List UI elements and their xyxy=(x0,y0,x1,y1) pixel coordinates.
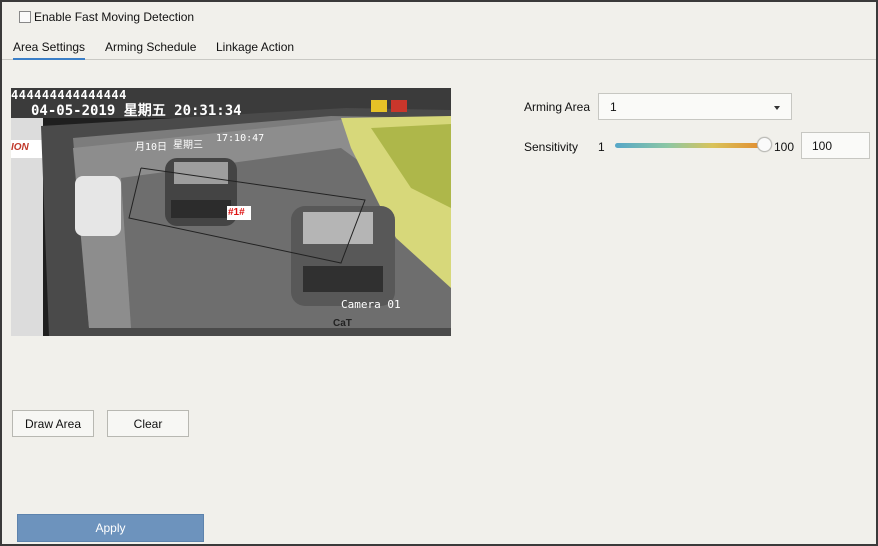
clear-button[interactable]: Clear xyxy=(107,410,189,437)
sensitivity-max: 100 xyxy=(774,140,795,154)
region-label: #1# xyxy=(228,207,245,218)
inner-time: 17:10:47 xyxy=(216,133,265,144)
enable-detection-label: Enable Fast Moving Detection xyxy=(34,10,195,24)
arming-area-label: Arming Area xyxy=(524,100,591,114)
sensitivity-slider-track[interactable] xyxy=(615,143,765,148)
apply-button[interactable]: Apply xyxy=(17,514,204,542)
tab-linkage-action[interactable]: Linkage Action xyxy=(216,40,294,58)
arming-area-value: 1 xyxy=(610,100,617,114)
enable-detection-row[interactable]: Enable Fast Moving Detection xyxy=(19,10,194,24)
camera-preview[interactable]: 444444444444444 04-05-2019 星期五 20:31:34 … xyxy=(11,88,451,336)
camera-name: Camera 01 xyxy=(341,298,401,311)
settings-panel: Enable Fast Moving Detection Area Settin… xyxy=(0,0,878,546)
chevron-down-icon xyxy=(774,106,780,110)
tab-area-settings[interactable]: Area Settings xyxy=(13,40,86,60)
tab-bar: Area Settings Arming Schedule Linkage Ac… xyxy=(2,38,876,60)
alarm-icon xyxy=(391,100,407,112)
inner-weekday: 星期三 xyxy=(173,140,203,151)
left-sign-text: ION xyxy=(11,142,29,153)
draw-area-button[interactable]: Draw Area xyxy=(12,410,94,437)
arming-area-select[interactable]: 1 xyxy=(598,93,792,120)
plate-text: CaT xyxy=(333,318,352,329)
sensitivity-input[interactable]: 100 xyxy=(801,132,870,159)
sensitivity-label: Sensitivity xyxy=(524,140,579,154)
enable-detection-checkbox[interactable] xyxy=(19,11,31,23)
warning-icon xyxy=(371,100,387,112)
tab-arming-schedule[interactable]: Arming Schedule xyxy=(105,40,196,58)
sensitivity-min: 1 xyxy=(598,140,605,154)
overlay-datetime: 04-05-2019 星期五 20:31:34 xyxy=(31,103,242,119)
inner-date: 月10日 xyxy=(135,142,168,153)
sensitivity-slider-thumb[interactable] xyxy=(757,137,772,152)
